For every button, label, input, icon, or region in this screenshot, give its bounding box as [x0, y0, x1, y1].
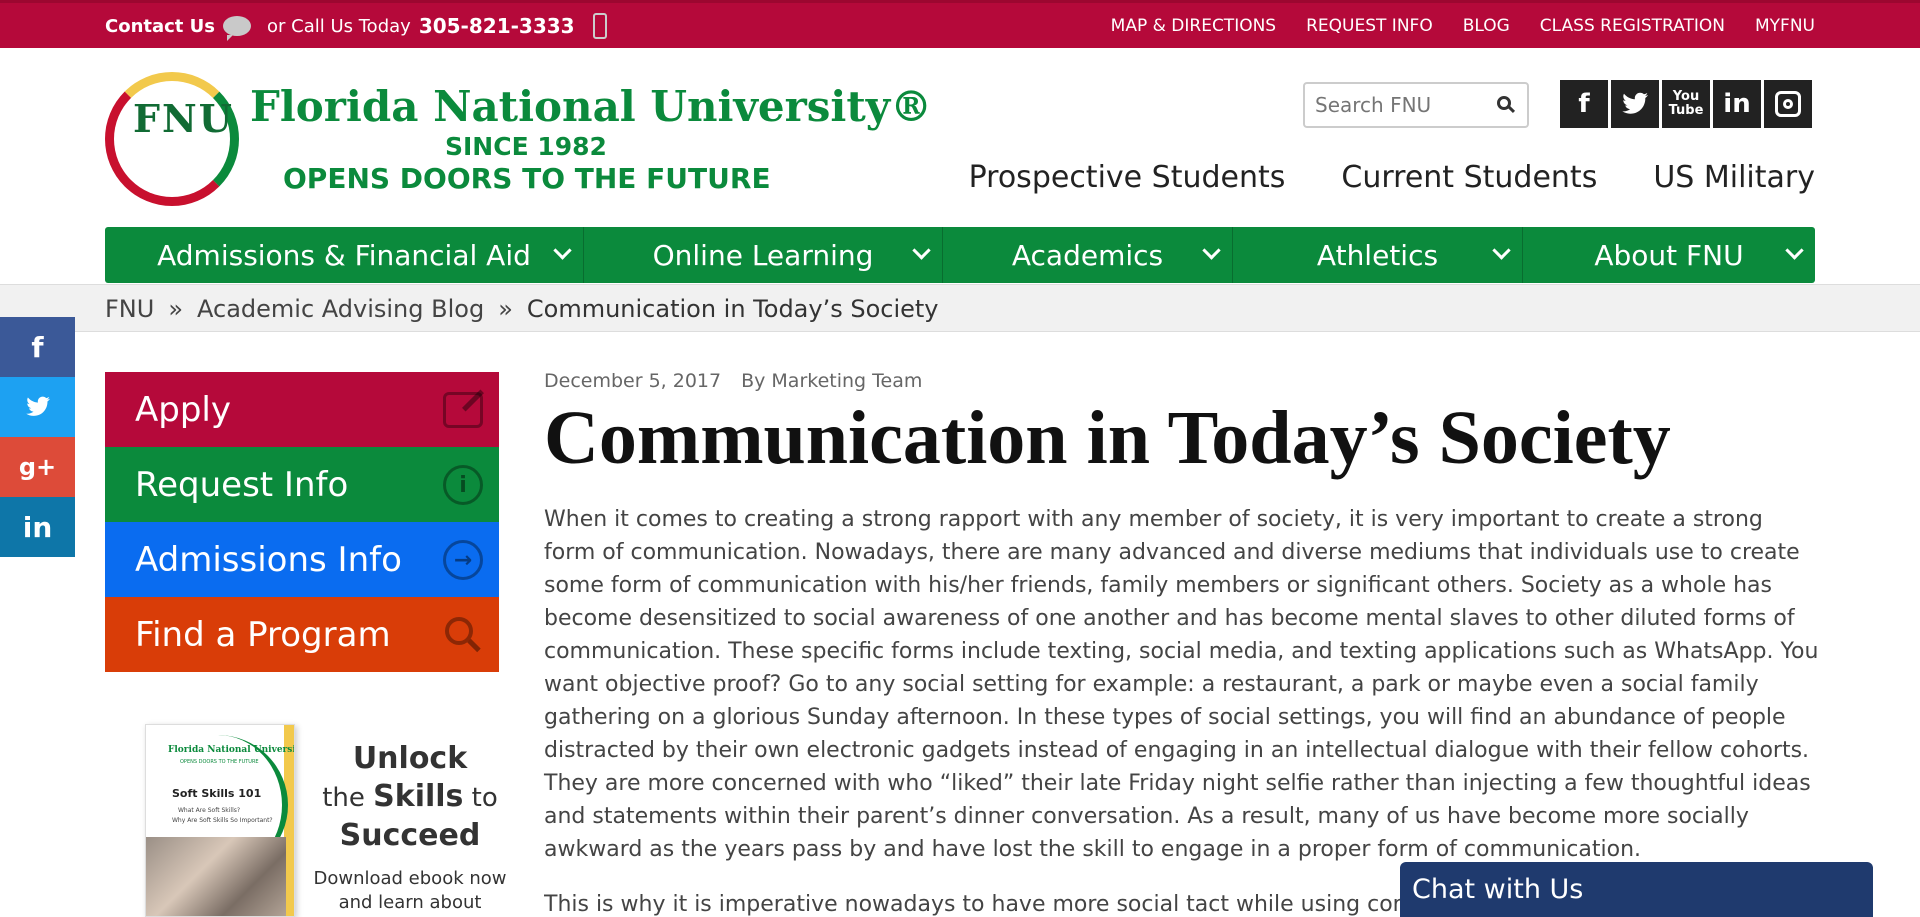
cta-apply-button[interactable]: Apply	[105, 372, 499, 447]
share-twitter-icon[interactable]	[0, 377, 75, 437]
logo-letters: FNU	[133, 96, 234, 141]
share-googleplus-icon[interactable]: g+	[0, 437, 75, 497]
top-utility-bar: Contact Us or Call Us Today 305-821-3333…	[0, 0, 1920, 48]
audience-link-current[interactable]: Current Students	[1341, 160, 1597, 195]
audience-nav: Prospective Students Current Students US…	[969, 160, 1815, 195]
promo-line-2: the Skills to	[322, 779, 498, 814]
utility-link-request-info[interactable]: REQUEST INFO	[1306, 16, 1433, 36]
ebook-subtitle-2: Why Are Soft Skills So Important?	[172, 817, 273, 824]
nav-item-label: Admissions & Financial Aid	[157, 238, 531, 272]
utility-link-map-directions[interactable]: MAP & DIRECTIONS	[1111, 16, 1276, 36]
breadcrumb: FNU » Academic Advising Blog » Communica…	[105, 295, 939, 323]
nav-item-label: About FNU	[1594, 238, 1744, 272]
cta-label: Apply	[135, 389, 231, 430]
cta-label: Admissions Info	[135, 539, 402, 580]
university-logo[interactable]: FNU Florida National University® SINCE 1…	[105, 68, 932, 208]
facebook-icon[interactable]: f	[1560, 80, 1608, 128]
logo-name: Florida National University®	[250, 82, 933, 131]
cta-admissions-info-button[interactable]: Admissions Info →	[105, 522, 499, 597]
share-rail: f g+ in	[0, 317, 75, 557]
chevron-down-icon[interactable]	[553, 241, 572, 260]
audience-link-military[interactable]: US Military	[1653, 160, 1815, 195]
nav-item-athletics[interactable]: Athletics	[1233, 227, 1523, 283]
ebook-subtitle: What Are Soft Skills?	[178, 807, 241, 814]
chat-bubble-icon[interactable]	[223, 16, 252, 41]
promo-download-text[interactable]: Download ebook now and learn about	[310, 867, 510, 915]
nav-item-label: Athletics	[1316, 238, 1439, 272]
contact-us-link[interactable]: Contact Us	[105, 16, 215, 37]
mobile-phone-icon	[592, 13, 607, 39]
promo-line-3: Succeed	[339, 818, 481, 853]
ebook-tagline: OPENS DOORS TO THE FUTURE	[180, 759, 259, 765]
logo-since: SINCE 1982	[445, 132, 607, 161]
utility-link-class-registration[interactable]: CLASS REGISTRATION	[1540, 16, 1725, 36]
article-author[interactable]: By Marketing Team	[741, 370, 922, 392]
linkedin-icon[interactable]: in	[1713, 80, 1761, 128]
ebook-promo: Unlock the Skills to Succeed Download eb…	[310, 740, 510, 915]
article-date: December 5, 2017	[544, 370, 722, 392]
main-navigation: Admissions & Financial Aid Online Learni…	[105, 227, 1815, 283]
utility-links: MAP & DIRECTIONS REQUEST INFO BLOG CLASS…	[1111, 16, 1815, 36]
cta-find-program-button[interactable]: Find a Program	[105, 597, 499, 672]
ebook-brand: Florida National University	[168, 745, 295, 755]
nav-item-label: Academics	[1011, 238, 1164, 272]
search-box	[1303, 82, 1529, 128]
edit-icon	[441, 390, 485, 430]
cta-request-info-button[interactable]: Request Info i	[105, 447, 499, 522]
arrow-right-icon: →	[441, 540, 485, 580]
article-paragraph: When it comes to creating a strong rappo…	[544, 507, 1819, 862]
nav-item-label: Online Learning	[652, 238, 874, 272]
nav-item-academics[interactable]: Academics	[943, 227, 1233, 283]
breadcrumb-home[interactable]: FNU	[105, 295, 154, 323]
nav-item-online-learning[interactable]: Online Learning	[584, 227, 943, 283]
share-facebook-icon[interactable]: f	[0, 317, 75, 377]
nav-item-about[interactable]: About FNU	[1523, 227, 1815, 283]
ebook-cover-image[interactable]: Florida National University OPENS DOORS …	[145, 724, 295, 917]
breadcrumb-separator: »	[498, 295, 513, 323]
chat-widget-button[interactable]: Chat with Us	[1400, 862, 1873, 917]
phone-number[interactable]: 305-821-3333	[419, 14, 575, 38]
search-input[interactable]	[1315, 92, 1485, 118]
audience-link-prospective[interactable]: Prospective Students	[969, 160, 1286, 195]
chevron-down-icon[interactable]	[1202, 241, 1221, 260]
ebook-photo	[146, 837, 286, 916]
chevron-down-icon[interactable]	[1492, 241, 1511, 260]
chevron-down-icon[interactable]	[1785, 241, 1804, 260]
breadcrumb-separator: »	[168, 295, 184, 323]
share-linkedin-icon[interactable]: in	[0, 497, 75, 557]
nav-item-admissions[interactable]: Admissions & Financial Aid	[105, 227, 584, 283]
call-us-label: or Call Us Today	[267, 15, 411, 37]
instagram-icon[interactable]	[1764, 80, 1812, 128]
search-icon	[441, 615, 485, 655]
chat-label: Chat with Us	[1412, 874, 1584, 905]
youtube-icon[interactable]: You Tube	[1662, 80, 1710, 128]
logo-tagline: OPENS DOORS TO THE FUTURE	[283, 162, 771, 195]
ebook-title: Soft Skills 101	[172, 787, 262, 800]
info-icon: i	[441, 465, 485, 505]
cta-label: Request Info	[135, 464, 349, 505]
utility-link-myfnu[interactable]: MYFNU	[1755, 16, 1815, 36]
search-icon[interactable]	[1497, 96, 1516, 114]
social-links: f You Tube in	[1560, 80, 1812, 128]
chevron-down-icon[interactable]	[912, 241, 931, 260]
contact-strip: Contact Us or Call Us Today 305-821-3333	[105, 13, 607, 41]
article-title: Communication in Today’s Society	[544, 396, 1671, 480]
breadcrumb-bar: FNU » Academic Advising Blog » Communica…	[0, 284, 1920, 332]
cta-label: Find a Program	[135, 614, 391, 655]
promo-line-1: Unlock	[352, 741, 468, 776]
breadcrumb-current: Communication in Today’s Society	[526, 295, 939, 323]
article-meta: December 5, 2017 By Marketing Team	[544, 370, 922, 392]
breadcrumb-blog[interactable]: Academic Advising Blog	[197, 295, 484, 323]
sidebar-cta-list: Apply Request Info i Admissions Info → F…	[105, 372, 499, 672]
twitter-icon[interactable]	[1611, 80, 1659, 128]
utility-link-blog[interactable]: BLOG	[1463, 16, 1510, 36]
